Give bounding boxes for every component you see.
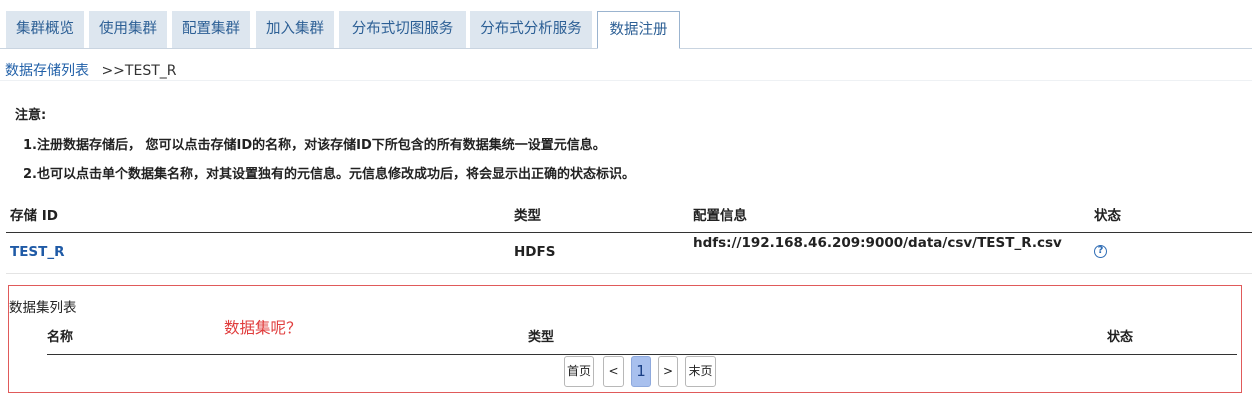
tab-configure-cluster[interactable]: 配置集群 <box>172 11 250 48</box>
tab-distributed-tiling[interactable]: 分布式切图服务 <box>339 11 466 48</box>
tab-data-registration[interactable]: 数据注册 <box>597 11 680 49</box>
storage-header-divider <box>6 232 1252 233</box>
dataset-header-name: 名称 <box>47 330 74 345</box>
dataset-header-status: 状态 <box>1107 330 1134 345</box>
tab-distributed-analysis[interactable]: 分布式分析服务 <box>470 11 592 48</box>
pagination-next-button[interactable]: > <box>658 356 678 387</box>
storage-config: hdfs://192.168.46.209:9000/data/csv/TEST… <box>693 235 1062 251</box>
breadcrumb: 数据存储列表 >>TEST_R <box>5 60 177 80</box>
dataset-list-panel <box>8 285 1242 393</box>
tab-join-cluster[interactable]: 加入集群 <box>256 11 334 48</box>
breadcrumb-storage-list-link[interactable]: 数据存储列表 <box>5 63 89 79</box>
storage-type: HDFS <box>514 244 556 260</box>
dataset-list-title: 数据集列表 <box>9 300 77 316</box>
breadcrumb-divider <box>0 80 1252 81</box>
breadcrumb-separator: >> <box>101 63 125 79</box>
pagination-last-button[interactable]: 末页 <box>685 356 716 387</box>
annotation-note: 数据集呢？ <box>224 319 302 337</box>
notes-title: 注意: <box>15 108 47 123</box>
storage-row-divider <box>6 273 1252 274</box>
storage-header-config: 配置信息 <box>693 208 747 224</box>
dataset-header-divider <box>47 354 1237 355</box>
dataset-header-type: 类型 <box>528 330 555 345</box>
tab-cluster-overview[interactable]: 集群概览 <box>6 11 84 48</box>
tab-bar: 集群概览 使用集群 配置集群 加入集群 分布式切图服务 分布式分析服务 数据注册 <box>0 0 1252 49</box>
storage-header-id: 存储 ID <box>10 208 58 224</box>
notes-line-1: 1.注册数据存储后， 您可以点击存储ID的名称，对该存储ID下所包含的所有数据集… <box>23 138 606 153</box>
pagination-page-1[interactable]: 1 <box>631 356 651 387</box>
tab-use-cluster[interactable]: 使用集群 <box>89 11 167 48</box>
notes-line-2: 2.也可以点击单个数据集名称，对其设置独有的元信息。元信息修改成功后，将会显示出… <box>23 167 635 182</box>
storage-id-link[interactable]: TEST_R <box>10 244 65 260</box>
pagination-prev-button[interactable]: < <box>603 356 624 387</box>
storage-header-status: 状态 <box>1094 208 1121 224</box>
storage-header-type: 类型 <box>514 208 541 224</box>
breadcrumb-current: TEST_R <box>124 63 177 79</box>
pagination-first-button[interactable]: 首页 <box>564 356 594 387</box>
question-circle-icon[interactable]: ? <box>1094 245 1107 258</box>
